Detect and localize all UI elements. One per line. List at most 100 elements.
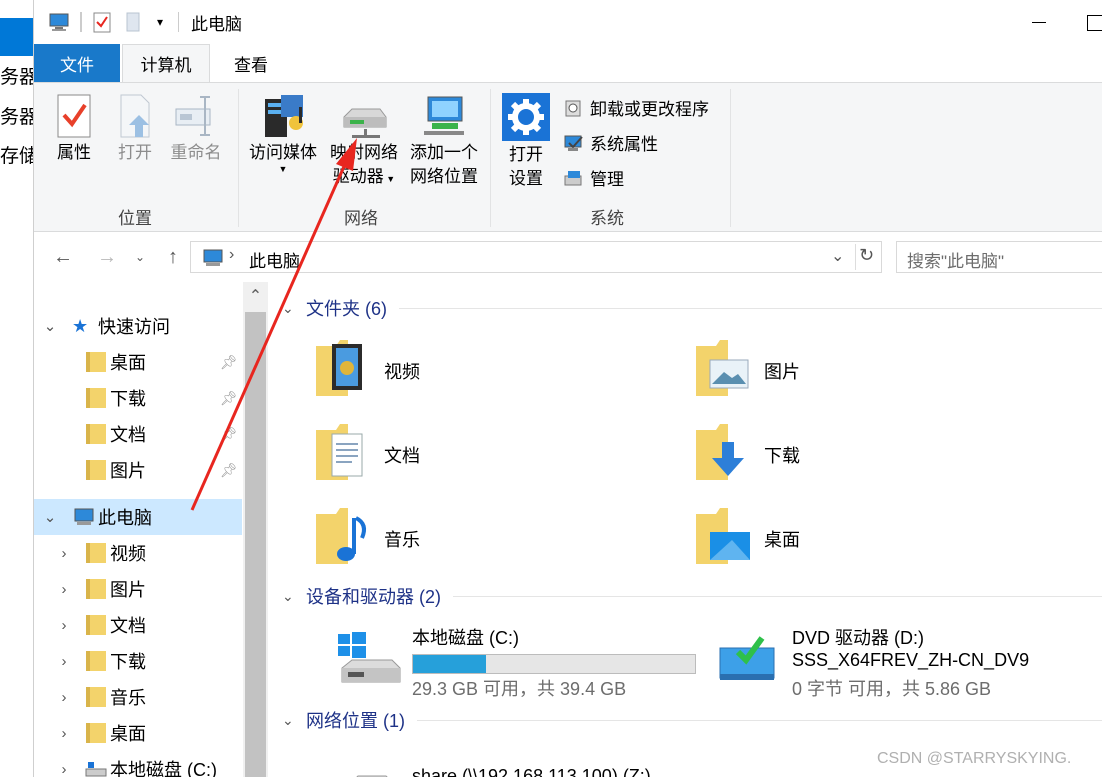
- network-location-icon: [424, 96, 464, 135]
- collapsed-chevron-icon[interactable]: ›: [56, 761, 72, 777]
- location-group-label: 位置: [118, 209, 152, 228]
- uninstall-programs-button[interactable]: 卸载或更改程序: [564, 95, 709, 120]
- nav-this-pc[interactable]: ⌄ 此电脑: [34, 499, 242, 535]
- group-divider: [490, 89, 491, 227]
- rename-button[interactable]: 重命名: [168, 93, 224, 165]
- drive-d[interactable]: DVD 驱动器 (D:) SSS_X64FREV_ZH-CN_DV9 0 字节 …: [716, 622, 1096, 702]
- pin-icon[interactable]: 📌︎: [220, 354, 238, 371]
- pictures-folder-icon: [86, 460, 106, 480]
- nav-quick-desktop[interactable]: 桌面 📌︎: [34, 344, 243, 380]
- background-selection: [0, 18, 33, 56]
- breadcrumb-this-pc[interactable]: 此电脑: [249, 247, 300, 272]
- network-drive-z[interactable]: share (\\192.168.113.100) (Z:): [336, 760, 716, 777]
- videos-folder-icon: [86, 543, 106, 563]
- folder-documents[interactable]: 文档: [312, 420, 642, 486]
- folder-music[interactable]: 音乐: [312, 504, 642, 570]
- nav-quick-documents[interactable]: 文档 📌︎: [34, 416, 243, 452]
- maximize-button[interactable]: [1084, 10, 1102, 34]
- open-button[interactable]: 打开: [112, 93, 158, 165]
- desktop-folder-icon: [86, 352, 106, 372]
- nav-pc-videos[interactable]: › 视频: [34, 535, 243, 571]
- address-dropdown-icon[interactable]: ⌄: [831, 246, 844, 266]
- forward-button[interactable]: →: [94, 244, 120, 270]
- collapsed-chevron-icon[interactable]: ›: [56, 581, 72, 598]
- pin-icon[interactable]: 📌︎: [220, 462, 238, 479]
- nav-quick-downloads[interactable]: 下载 📌︎: [34, 380, 243, 416]
- collapsed-chevron-icon[interactable]: ›: [56, 653, 72, 670]
- folder-desktop[interactable]: 桌面: [692, 504, 1022, 570]
- nav-pc-downloads[interactable]: › 下载: [34, 643, 243, 679]
- collapsed-chevron-icon[interactable]: ›: [56, 545, 72, 562]
- tab-file[interactable]: 文件: [34, 44, 120, 82]
- scrollbar-thumb[interactable]: [245, 312, 266, 777]
- expanded-chevron-icon[interactable]: ⌄: [42, 508, 58, 526]
- search-box[interactable]: 搜索"此电脑": [896, 241, 1102, 273]
- manage-icon: [564, 170, 582, 185]
- add-network-location-button[interactable]: 添加一个 网络位置: [406, 93, 482, 189]
- system-properties-button[interactable]: 系统属性: [564, 130, 658, 155]
- star-icon: ★: [72, 315, 89, 336]
- uninstall-label: 卸载或更改程序: [590, 100, 709, 119]
- devices-section-header[interactable]: ⌄ 设备和驱动器 (2): [282, 582, 1102, 610]
- address-bar[interactable]: › 此电脑 ⌄ ↻: [190, 241, 882, 273]
- settings-gear-icon: [502, 93, 550, 141]
- drive-c[interactable]: 本地磁盘 (C:) 29.3 GB 可用，共 39.4 GB: [336, 622, 716, 702]
- customize-qat-icon[interactable]: ▾: [152, 9, 168, 35]
- collapsed-chevron-icon[interactable]: ›: [56, 617, 72, 634]
- pin-icon[interactable]: 📌︎: [220, 390, 238, 407]
- collapsed-chevron-icon[interactable]: ›: [56, 689, 72, 706]
- nav-pc-documents[interactable]: › 文档: [34, 607, 243, 643]
- network-group-label: 网络: [344, 209, 378, 228]
- new-folder-qat-icon[interactable]: [122, 9, 144, 35]
- nav-pane-scrollbar[interactable]: ⌃: [243, 282, 268, 777]
- section-chevron-icon[interactable]: ⌄: [282, 588, 306, 605]
- nav-pc-local-disk[interactable]: › 本地磁盘 (C:): [34, 751, 243, 777]
- nav-label: 下载: [110, 389, 146, 409]
- pin-icon[interactable]: 📌︎: [220, 426, 238, 443]
- nav-pc-desktop[interactable]: › 桌面: [34, 715, 243, 751]
- network-section-header[interactable]: ⌄ 网络位置 (1): [282, 706, 1102, 734]
- section-chevron-icon[interactable]: ⌄: [282, 712, 306, 729]
- drive-usage-bar: [412, 654, 696, 674]
- expanded-chevron-icon[interactable]: ⌄: [42, 317, 58, 335]
- nav-pc-pictures[interactable]: › 图片: [34, 571, 243, 607]
- open-label: 打开: [118, 143, 152, 162]
- drive-usage-fill: [413, 655, 487, 673]
- collapsed-chevron-icon[interactable]: ›: [56, 725, 72, 742]
- access-media-button[interactable]: 访问媒体 ▼: [246, 93, 320, 174]
- tab-view[interactable]: 查看: [216, 44, 286, 82]
- folders-section-header[interactable]: ⌄ 文件夹 (6): [282, 294, 1102, 322]
- properties-button[interactable]: 属性: [48, 93, 100, 165]
- access-media-label: 访问媒体: [249, 143, 317, 162]
- tab-computer[interactable]: 计算机: [122, 44, 210, 82]
- nav-quick-pictures[interactable]: 图片 📌︎: [34, 452, 243, 488]
- manage-button[interactable]: 管理: [564, 165, 624, 190]
- pictures-folder-icon: [696, 340, 749, 396]
- recent-locations-button[interactable]: ⌄: [132, 244, 148, 270]
- folder-downloads[interactable]: 下载: [692, 420, 1022, 486]
- open-settings-button[interactable]: 打开 设置: [500, 93, 552, 191]
- refresh-icon[interactable]: ↻: [859, 245, 874, 266]
- network-drive-icon: [343, 108, 387, 138]
- ribbon-panel: 属性 打开 重命名 位置 访问媒体 ▼ 映射网络 驱动器 ▼ 添加一个 网络位置…: [34, 82, 1102, 232]
- desktop-folder-icon: [696, 508, 750, 564]
- map-network-drive-button[interactable]: 映射网络 驱动器 ▼: [326, 93, 402, 191]
- scroll-up-arrow-icon[interactable]: ⌃: [243, 282, 268, 312]
- folder-pictures[interactable]: 图片: [692, 336, 1022, 402]
- back-button[interactable]: ←: [50, 244, 76, 270]
- section-chevron-icon[interactable]: ⌄: [282, 300, 306, 317]
- section-divider: [417, 719, 1102, 721]
- this-pc-title-icon[interactable]: [46, 9, 72, 35]
- nav-quick-access[interactable]: ⌄ ★ 快速访问: [34, 308, 243, 344]
- rename-label: 重命名: [170, 143, 222, 162]
- folder-videos[interactable]: 视频: [312, 336, 642, 402]
- properties-qat-icon[interactable]: [90, 9, 114, 35]
- documents-folder-icon: [86, 615, 106, 635]
- open-icon: [120, 94, 150, 138]
- folder-label: 桌面: [764, 530, 800, 550]
- nav-label: 视频: [110, 544, 146, 564]
- up-button[interactable]: ↑: [160, 244, 186, 270]
- nav-pc-music[interactable]: › 音乐: [34, 679, 243, 715]
- nav-label: 文档: [110, 425, 146, 445]
- minimize-button[interactable]: [1024, 10, 1054, 34]
